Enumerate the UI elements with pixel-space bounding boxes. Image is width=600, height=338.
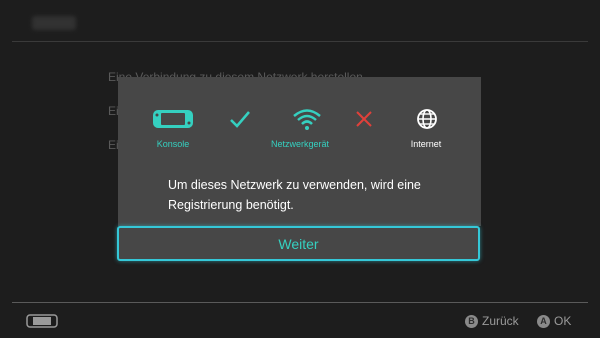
back-button[interactable]: B Zurück [465,314,519,328]
console-label: Konsole [156,139,190,149]
back-label: Zurück [482,314,519,328]
ok-button[interactable]: A OK [537,314,571,328]
wifi-icon [285,107,329,131]
continue-button[interactable]: Weiter [117,226,480,261]
cross-icon [342,107,386,131]
message-line: Um dieses Netzwerk zu verwenden, wird ei… [168,178,421,192]
message-line: Registrierung benötigt. [168,198,294,212]
globe-icon [405,107,449,131]
registration-dialog: Konsole Netzwerkgerät Internet Um dieses… [118,77,481,226]
dialog-message: Um dieses Netzwerk zu verwenden, wird ei… [168,175,448,215]
network-device-label: Netzwerkgerät [270,139,330,149]
a-button-icon: A [537,314,550,328]
checkmark-icon [218,107,262,131]
console-mode-icon [26,313,58,332]
connection-status-row: Konsole Netzwerkgerät Internet [118,107,481,157]
bottom-divider [12,302,588,303]
console-icon [151,107,195,131]
internet-label: Internet [410,139,442,149]
b-button-icon: B [465,314,478,328]
ok-label: OK [554,314,572,328]
